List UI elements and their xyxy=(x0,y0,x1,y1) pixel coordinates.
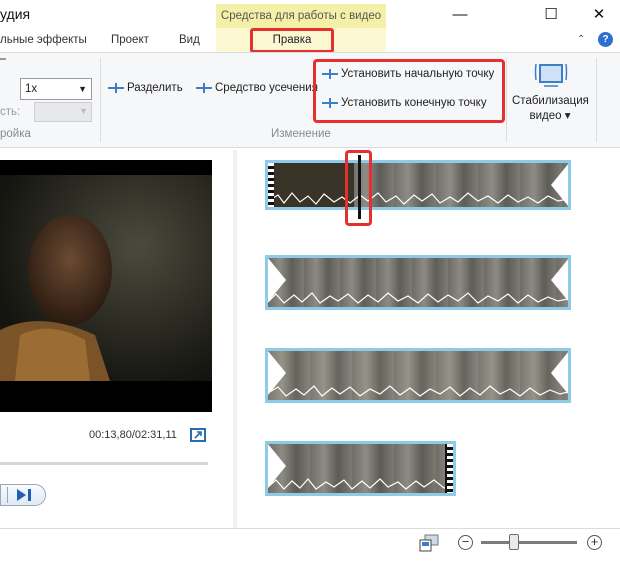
zoom-slider-thumb[interactable] xyxy=(509,534,519,550)
set-end-label: Установить конечную точку xyxy=(341,97,487,109)
help-icon[interactable]: ? xyxy=(598,32,613,47)
group-separator xyxy=(596,58,597,142)
minus-icon: − xyxy=(461,534,470,549)
group-label-edit: Изменение xyxy=(271,128,331,140)
group-separator xyxy=(100,58,101,142)
divider xyxy=(7,487,8,503)
clip-start-notch xyxy=(268,444,286,488)
set-end-point-button[interactable]: Установить конечную точку xyxy=(322,97,487,109)
speed-dropdown[interactable]: 1x ▼ xyxy=(20,78,92,100)
film-perforation xyxy=(268,163,274,207)
clip-2[interactable] xyxy=(265,255,571,310)
group-separator xyxy=(506,58,507,142)
minimize-button[interactable]: — xyxy=(437,0,483,30)
clip-4[interactable] xyxy=(265,441,456,496)
tab-visual-effects[interactable]: льные эффекты xyxy=(0,34,87,46)
stabilization-label: Стабилизация xyxy=(512,95,589,107)
next-frame-icon[interactable] xyxy=(15,488,37,502)
audio-waveform xyxy=(268,192,568,205)
clip-end-notch xyxy=(551,163,568,207)
close-button[interactable]: ✕ xyxy=(576,0,620,30)
playback-time: 00:13,80/02:31,11 xyxy=(89,429,177,441)
clip-3[interactable] xyxy=(265,348,571,403)
fullscreen-icon[interactable] xyxy=(190,428,206,442)
tab-view[interactable]: Вид xyxy=(179,34,200,46)
window-title: удия xyxy=(0,6,31,22)
set-start-label: Установить начальную точку xyxy=(341,68,495,80)
ribbon-collapse-icon[interactable]: ⌃ xyxy=(577,34,585,45)
clip-end-marker xyxy=(445,444,447,493)
tab-edit[interactable]: Правка xyxy=(250,28,334,53)
clip-start-notch xyxy=(268,351,286,395)
clip-end-notch xyxy=(551,351,568,395)
maximize-button[interactable]: ☐ xyxy=(528,0,574,30)
stabilization-sub: видео ▾ xyxy=(529,110,571,122)
set-start-point-button[interactable]: Установить начальную точку xyxy=(322,68,494,80)
contextual-tab-band: Средства для работы с видео xyxy=(216,4,386,28)
trim-label: Средство усечения xyxy=(215,82,318,94)
zoom-in-button[interactable]: + xyxy=(587,535,602,550)
end-point-icon xyxy=(322,97,338,108)
chevron-down-icon: ▼ xyxy=(78,84,87,94)
trim-tool-button[interactable]: Средство усечения xyxy=(196,82,318,94)
clip-end-notch xyxy=(551,258,568,302)
audio-waveform xyxy=(268,385,568,397)
volume-dropdown[interactable]: ▼ xyxy=(34,102,92,122)
maximize-icon: ☐ xyxy=(544,6,558,23)
thumbnail-size-icon[interactable] xyxy=(419,534,439,552)
split-button[interactable]: Разделить xyxy=(108,82,183,94)
video-frame-image xyxy=(0,160,212,412)
playback-controls xyxy=(0,484,46,506)
minimize-icon: — xyxy=(452,6,468,23)
start-point-icon xyxy=(322,68,338,79)
volume-label: сть: xyxy=(0,106,21,118)
clip-1[interactable] xyxy=(265,160,571,210)
playhead[interactable] xyxy=(358,155,361,219)
split-icon xyxy=(108,82,124,93)
video-preview[interactable] xyxy=(0,160,212,412)
tab-project[interactable]: Проект xyxy=(111,34,149,46)
close-icon: ✕ xyxy=(592,6,606,23)
stabilization-button[interactable]: Стабилизация видео ▾ xyxy=(508,58,592,128)
zoom-slider-track[interactable] xyxy=(481,541,577,544)
seek-bar[interactable] xyxy=(0,462,208,465)
clip-start-notch xyxy=(268,258,286,302)
film-perforation xyxy=(447,444,453,493)
trim-icon xyxy=(196,82,212,93)
chevron-down-icon: ▼ xyxy=(79,106,88,116)
audio-waveform xyxy=(268,292,568,304)
ribbon-fragment-icon xyxy=(0,58,6,60)
speed-value: 1x xyxy=(25,83,38,95)
zoom-out-button[interactable]: − xyxy=(458,535,473,550)
group-label-settings: ройка xyxy=(0,128,31,140)
stabilization-icon xyxy=(534,63,568,87)
audio-waveform xyxy=(268,478,453,490)
status-bar xyxy=(0,528,620,564)
split-label: Разделить xyxy=(127,82,183,94)
plus-icon: + xyxy=(590,534,599,549)
